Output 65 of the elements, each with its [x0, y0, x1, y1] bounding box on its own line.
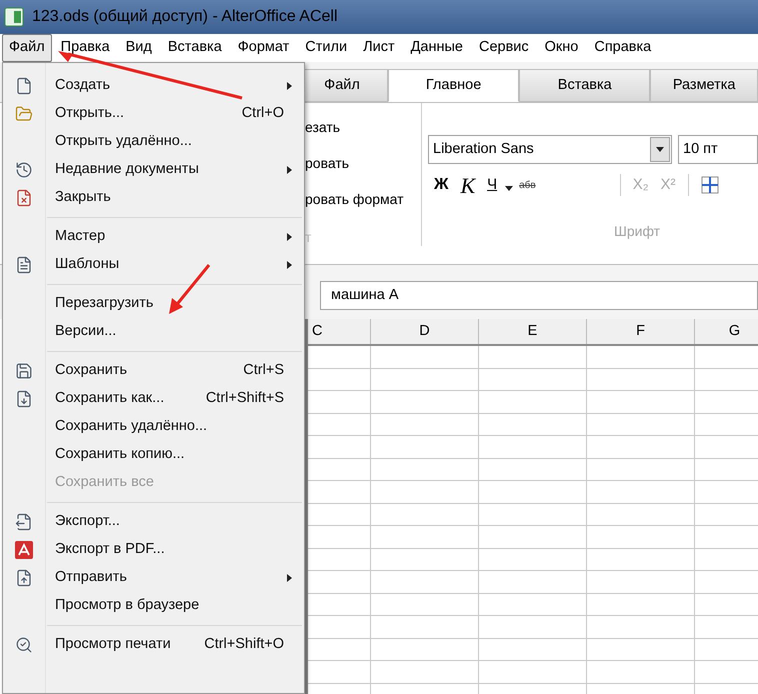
borders-icon[interactable] [700, 176, 719, 194]
menu-item[interactable]: Недавние документы [3, 156, 304, 184]
save-icon [15, 362, 33, 380]
menu-item[interactable]: Версии... [3, 318, 304, 346]
menu-item[interactable]: Отправить [3, 564, 304, 592]
pdf-icon [15, 541, 33, 559]
menu-item[interactable]: Перезагрузить [3, 290, 304, 318]
column-header[interactable]: G [695, 319, 758, 344]
menu-item[interactable]: Сохранить Ctrl+S [3, 357, 304, 385]
bold-button[interactable]: Ж [434, 173, 448, 197]
menu-bar-item[interactable]: Лист [356, 34, 402, 62]
ribbon-tab[interactable]: Разметка [650, 69, 758, 102]
ribbon-command[interactable]: ровать [305, 153, 421, 173]
menu-item[interactable]: Просмотр печати Ctrl+Shift+O [3, 631, 304, 659]
window-title: 123.ods (общий доступ) - AlterOffice ACell [32, 7, 338, 27]
formula-input[interactable]: машина А [320, 281, 758, 310]
menu-bar-item[interactable]: Вид [118, 34, 159, 62]
menu-bar-item[interactable]: Правка [54, 34, 117, 62]
column-header[interactable]: E [479, 319, 587, 344]
print-preview-icon [15, 636, 33, 654]
column-header[interactable]: C [308, 319, 371, 344]
send-icon [15, 569, 33, 587]
menu-item[interactable]: Экспорт в PDF... [3, 536, 304, 564]
italic-button[interactable]: К [460, 168, 476, 202]
dropdown-button[interactable] [650, 137, 670, 162]
ribbon-tab[interactable]: Вставка [519, 69, 650, 102]
menu-item[interactable]: Мастер [3, 223, 304, 251]
menu-bar-item[interactable]: Справка [587, 34, 658, 62]
menu-bar-item[interactable]: Стили [298, 34, 354, 62]
menu-item[interactable]: Сохранить как... Ctrl+Shift+S [3, 385, 304, 413]
menu-item[interactable]: Шаблоны [3, 251, 304, 279]
menu-item[interactable]: Экспорт... [3, 508, 304, 536]
menu-bar-item[interactable]: Окно [538, 34, 586, 62]
arrow [166, 262, 212, 316]
menu-bar-item[interactable]: Данные [404, 34, 470, 62]
folder-icon [15, 105, 33, 123]
ribbon-command[interactable]: ровать формат [305, 189, 421, 209]
ribbon-command[interactable]: езать [305, 117, 421, 137]
menu-bar-item[interactable]: Формат [230, 34, 296, 62]
underline-button[interactable]: Ч [487, 174, 498, 196]
save-as-icon [15, 390, 33, 408]
column-header[interactable]: D [371, 319, 479, 344]
document-icon [15, 77, 33, 95]
menu-item[interactable]: Открыть... Ctrl+O [3, 100, 304, 128]
history-icon [15, 161, 33, 179]
caret-icon [656, 147, 664, 152]
menu-bar-item[interactable]: Сервис [472, 34, 536, 62]
group-label: Шрифт [614, 222, 662, 241]
document-close-icon [15, 189, 33, 207]
menu-item[interactable]: Открыть удалённо... [3, 128, 304, 156]
menu-item[interactable]: Сохранить удалённо... [3, 413, 304, 441]
strikethrough-button[interactable]: абв [519, 178, 536, 192]
caret-icon[interactable] [505, 186, 514, 190]
menu-bar-item[interactable]: Файл [2, 34, 52, 62]
app-icon [4, 7, 24, 27]
menu-item[interactable]: Сохранить копию... [3, 441, 304, 469]
template-icon [15, 256, 33, 274]
menu-item[interactable]: Закрыть [3, 184, 304, 212]
ribbon-tab[interactable]: Главное [388, 69, 520, 102]
font-size-field[interactable]: 10 пт [678, 135, 758, 164]
font-name-field[interactable]: Liberation Sans [428, 135, 672, 164]
column-header[interactable]: F [587, 319, 695, 344]
menu-item[interactable]: Просмотр в браузере [3, 592, 304, 620]
export-icon [15, 513, 33, 531]
menu-bar-item[interactable]: Вставка [160, 34, 229, 62]
